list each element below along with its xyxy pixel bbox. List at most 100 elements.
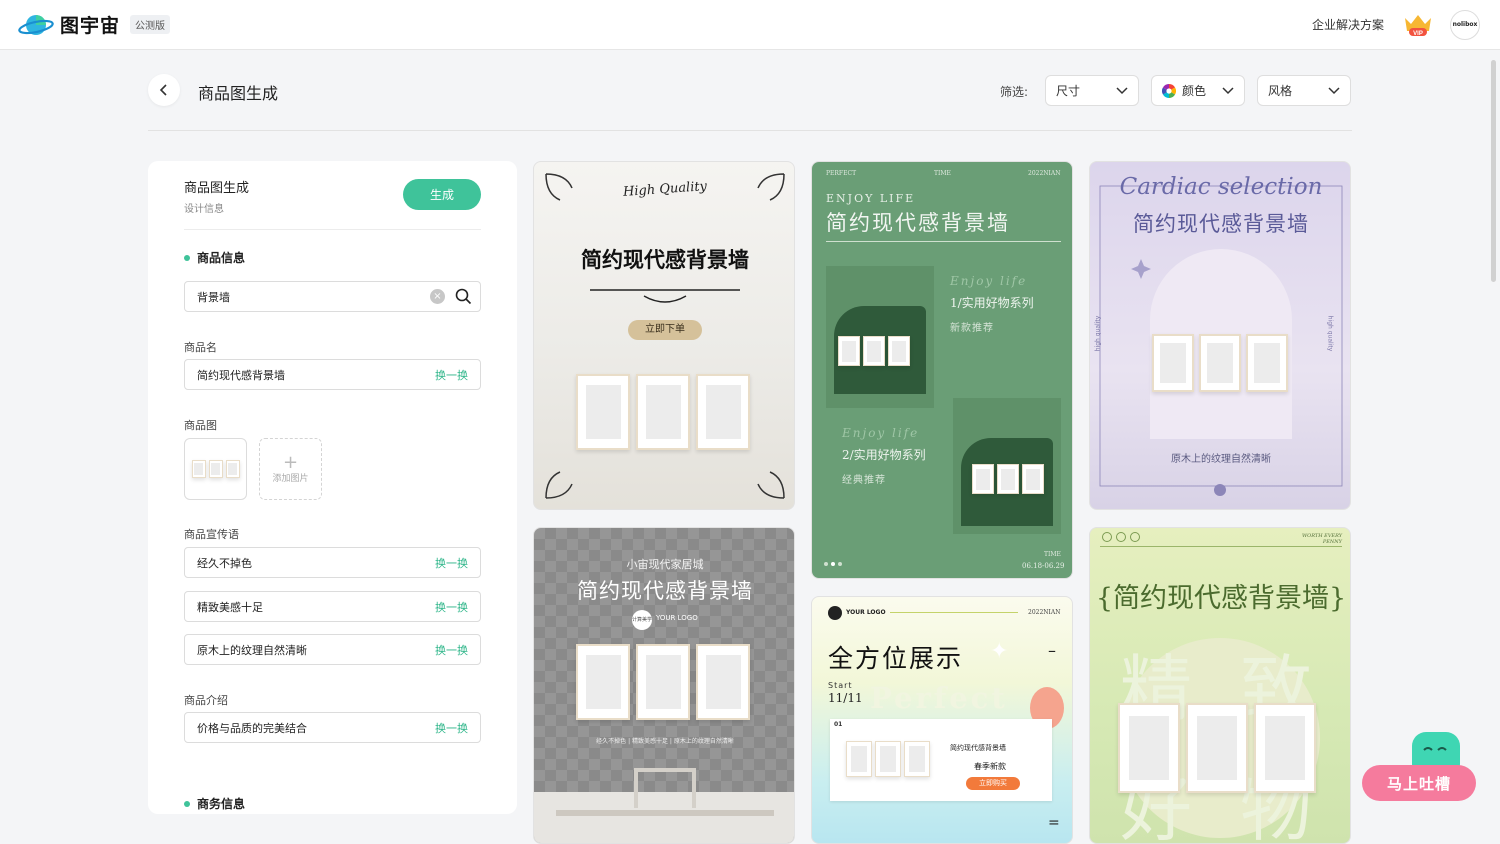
chair-image [634, 768, 696, 808]
size-select[interactable]: 尺寸 [1045, 75, 1139, 106]
slogan-value: 原木上的纹理自然清晰 [197, 643, 307, 657]
chevron-down-icon [1116, 86, 1128, 94]
feedback-label: 马上吐槽 [1386, 774, 1451, 793]
swap-button[interactable]: 换一换 [435, 367, 468, 383]
card-corner-text: WORTH EVERY PENNY [1301, 533, 1342, 545]
design-info-panel: 商品图生成 设计信息 生成 商品信息 背景墙 × 商品名 简约现代感背景墙 换一… [148, 161, 517, 814]
slogan-value: 经久不掉色 [197, 556, 252, 570]
feedback-button[interactable]: 马上吐槽 [1362, 765, 1476, 801]
sparkle-icon: ✦ [990, 639, 1009, 664]
product-name-label: 商品名 [184, 341, 217, 354]
card-num: 01 [834, 721, 843, 728]
card-title: 简约现代感背景墙 [1133, 212, 1309, 236]
panel-title: 商品图生成 [184, 181, 250, 196]
back-button[interactable] [148, 74, 180, 106]
card-script-text: Cardiac selection [1119, 174, 1323, 200]
clear-icon[interactable]: × [430, 289, 445, 304]
chevron-down-icon [1222, 86, 1234, 94]
business-info-heading-text: 商务信息 [197, 797, 246, 811]
enterprise-solutions-link[interactable]: 企业解决方案 [1312, 16, 1384, 33]
card-date: 11/11 [828, 691, 863, 705]
slogan-label: 商品宣传语 [184, 528, 239, 541]
card-title: 简约现代感背景墙 [577, 579, 753, 603]
menu-lines-icon: = [1048, 815, 1060, 831]
swap-button[interactable]: 换一换 [435, 642, 468, 658]
product-image-thumbnail[interactable] [184, 438, 247, 500]
top-bar: 图宇宙 公测版 企业解决方案 VIP nolibox [0, 0, 1500, 50]
frames-image [846, 741, 930, 777]
color-select-label: 颜色 [1182, 84, 1207, 98]
card-tagline: 经久不掉色 | 精致美感十足 | 原木上的纹理自然清晰 [596, 738, 734, 745]
card-product-name: 简约现代感背景墙 [950, 744, 1006, 752]
card-start: Start [828, 681, 853, 690]
slogan-value: 精致美感十足 [197, 600, 263, 614]
card-logo-dot-icon [1214, 484, 1226, 496]
card-sub-text: 经典推荐 [842, 475, 886, 486]
carousel-dots [824, 562, 842, 566]
frames-image [576, 644, 750, 720]
slogan-field-1[interactable]: 经久不掉色 换一换 [184, 547, 481, 578]
card-series-text: 2/实用好物系列 [842, 448, 926, 462]
template-card-exquisite[interactable]: WORTH EVERY PENNY {简约现代感背景墙} 精 致 好 物 [1089, 527, 1351, 844]
desk-image [556, 810, 774, 816]
frames-image [972, 464, 1044, 494]
card-sub-text: 新款推荐 [950, 323, 994, 334]
feedback-widget[interactable]: 马上吐槽 [1362, 728, 1476, 802]
color-wheel-icon [1162, 83, 1176, 98]
card-time-label: TIME [1044, 551, 1061, 558]
panel-divider [184, 229, 481, 230]
logo-circle-icon [828, 606, 842, 620]
add-image-button[interactable]: + 添加图片 [259, 438, 322, 500]
frames-image [1118, 703, 1316, 793]
intro-field[interactable]: 价格与品质的完美结合 换一换 [184, 712, 481, 743]
product-name-field[interactable]: 简约现代感背景墙 换一换 [184, 359, 481, 390]
product-info-heading: 商品信息 [184, 249, 245, 266]
template-card-full-display[interactable]: YOUR LOGO 2022NIAN 全方位展示 ✦ – Start 11/11… [811, 596, 1073, 844]
brand-name: 图宇宙 [60, 15, 121, 37]
card-product-box: 01 简约现代感背景墙 春季新款 立即购买 [830, 719, 1052, 801]
card-title: {简约现代感背景墙} [1095, 583, 1347, 614]
slogan-field-3[interactable]: 原木上的纹理自然清晰 换一换 [184, 634, 481, 665]
swap-button[interactable]: 换一换 [435, 555, 468, 571]
card-date: 06.18-06.29 [1022, 562, 1065, 570]
section-dot [184, 254, 190, 261]
card-corner-text: PERFECT [826, 170, 857, 177]
page-title: 商品图生成 [198, 84, 279, 103]
search-icon[interactable] [455, 288, 472, 305]
card-en-text: ENJOY LIFE [826, 192, 916, 205]
beta-badge: 公测版 [130, 15, 171, 34]
card-year: 2022NIAN [1028, 609, 1061, 616]
slogan-field-2[interactable]: 精致美感十足 换一换 [184, 591, 481, 622]
frames-image [576, 374, 750, 450]
logo-badge-icon: 计算美学 [632, 610, 652, 630]
style-select[interactable]: 风格 [1257, 75, 1351, 106]
card-series-text: 1/实用好物系列 [950, 296, 1034, 310]
template-card-green-enjoy-life[interactable]: PERFECT TIME 2022NIAN ENJOY LIFE 简约现代感背景… [811, 161, 1073, 579]
card-bg-word: Perfect [870, 681, 1008, 715]
page-scrollbar[interactable] [1491, 60, 1496, 282]
template-card-cardiac-selection[interactable]: Cardiac selection 简约现代感背景墙 high quality … [1089, 161, 1351, 510]
frames-image [1152, 334, 1288, 392]
user-avatar[interactable]: nolibox [1450, 9, 1480, 40]
brand-logo[interactable]: 图宇宙 公测版 [18, 11, 171, 38]
card-corner-text: TIME [934, 170, 951, 177]
template-card-home-store[interactable]: 小宙现代家居城 简约现代感背景墙 计算美学 YOUR LOGO 经久不掉色 | … [533, 527, 795, 844]
filter-label: 筛选: [1000, 85, 1029, 99]
business-info-heading: 商务信息 [184, 795, 245, 812]
recycle-icons [1102, 532, 1142, 544]
panel-subtitle: 设计信息 [184, 204, 224, 215]
generate-button[interactable]: 生成 [403, 179, 481, 210]
card-title: 简约现代感背景墙 [581, 247, 749, 272]
frames-image [838, 336, 910, 366]
template-card-high-quality[interactable]: High Quality 简约现代感背景墙 立即下单 [533, 161, 795, 510]
swap-button[interactable]: 换一换 [435, 720, 468, 736]
card-side-text: high quality [1094, 315, 1102, 352]
plus-icon: + [282, 451, 299, 473]
vip-crown-icon[interactable]: VIP [1402, 12, 1434, 38]
swap-button[interactable]: 换一换 [435, 599, 468, 615]
search-value: 背景墙 [197, 290, 230, 304]
planet-logo-icon [18, 12, 54, 38]
color-select[interactable]: 颜色 [1151, 75, 1245, 106]
product-search-input[interactable]: 背景墙 × [184, 281, 481, 312]
title-divider [148, 130, 1352, 131]
